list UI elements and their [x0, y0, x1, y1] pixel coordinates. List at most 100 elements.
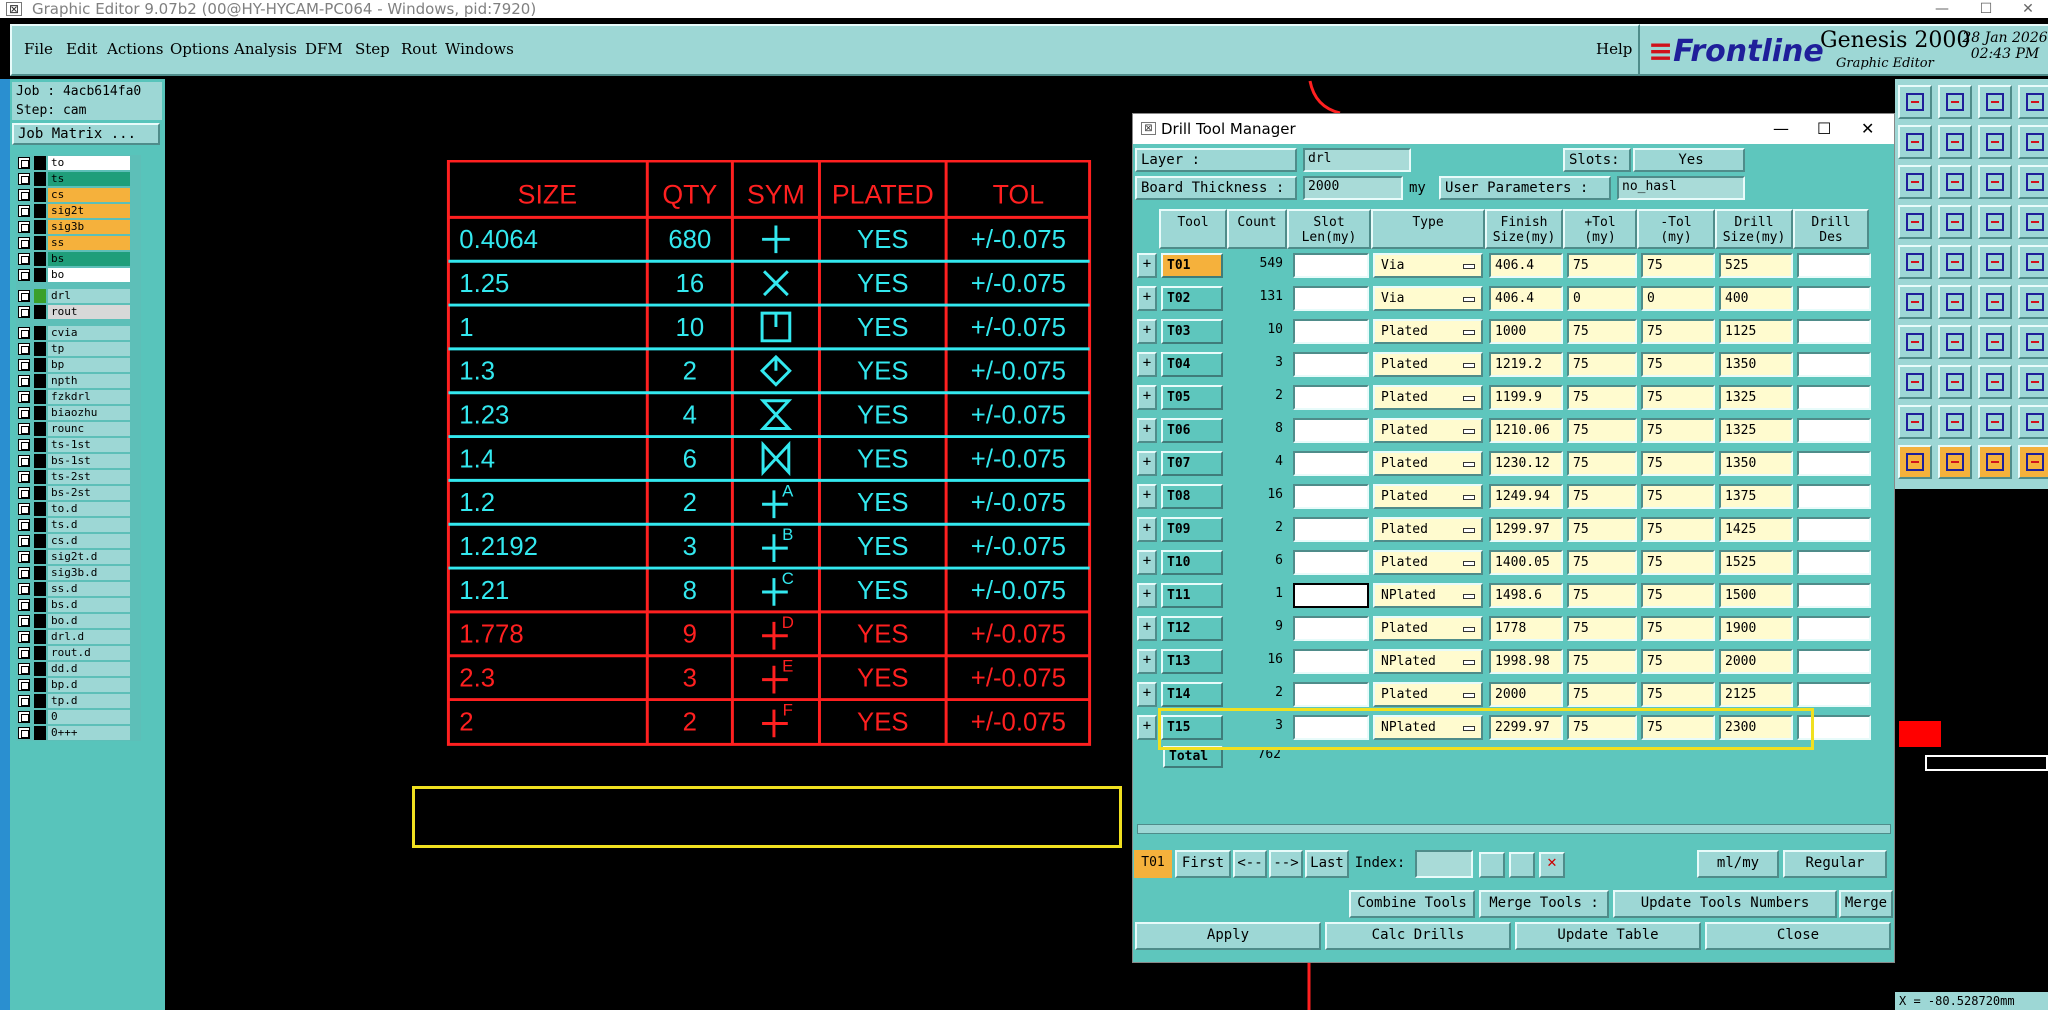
layer-name[interactable]: ts	[48, 172, 130, 186]
save-icon[interactable]	[1938, 85, 1972, 119]
area-icon[interactable]	[1938, 245, 1972, 279]
drill-des-input[interactable]	[1797, 352, 1871, 377]
layer-checkbox[interactable]	[18, 679, 30, 691]
combine-tools-button[interactable]: Combine Tools	[1349, 890, 1475, 918]
layer-row[interactable]: 0	[16, 709, 141, 725]
layer-name[interactable]: ts-1st	[48, 438, 130, 452]
drill-size-input[interactable]: 1325	[1719, 385, 1793, 410]
type-select[interactable]: Plated	[1373, 682, 1483, 707]
profile-icon[interactable]	[1978, 405, 2012, 439]
plus-tol-input[interactable]: 0	[1567, 286, 1637, 311]
prev-button[interactable]: <--	[1233, 850, 1267, 878]
expand-button[interactable]: +	[1137, 517, 1157, 542]
drill-des-input[interactable]	[1797, 385, 1871, 410]
plus-tol-input[interactable]: 75	[1567, 682, 1637, 707]
tool-cell[interactable]: T01	[1161, 253, 1223, 278]
layer-row[interactable]: bs.d	[16, 597, 141, 613]
triangle-icon[interactable]	[2018, 405, 2048, 439]
layer-name[interactable]: bp	[48, 358, 130, 372]
measure-icon[interactable]	[1938, 205, 1972, 239]
layer-row[interactable]: tp	[16, 341, 141, 357]
layer-name[interactable]: tp.d	[48, 694, 130, 708]
layer-checkbox[interactable]	[18, 375, 30, 387]
minus-tol-input[interactable]: 75	[1641, 517, 1715, 542]
layer-row[interactable]: bs-2st	[16, 485, 141, 501]
multi-select-icon[interactable]	[2018, 445, 2048, 479]
layer-checkbox[interactable]	[18, 503, 30, 515]
menu-help[interactable]: Help	[1596, 40, 1632, 58]
finish-size-input[interactable]: 406.4	[1489, 253, 1563, 278]
slot-length-input[interactable]	[1293, 451, 1369, 476]
apply-button[interactable]: Apply	[1135, 922, 1321, 950]
finish-size-input[interactable]: 1219.2	[1489, 352, 1563, 377]
layer-row[interactable]: sig2t.d	[16, 549, 141, 565]
layer-row[interactable]: sig2t	[16, 203, 141, 219]
tool-cell[interactable]: T05	[1161, 385, 1223, 410]
drill-des-input[interactable]	[1797, 451, 1871, 476]
slot-length-input[interactable]	[1293, 418, 1369, 443]
menu-edit[interactable]: Edit	[66, 40, 97, 58]
layer-checkbox[interactable]	[18, 173, 30, 185]
drill-size-input[interactable]: 1375	[1719, 484, 1793, 509]
plus-tol-input[interactable]: 75	[1567, 649, 1637, 674]
layer-name[interactable]: sig3b	[48, 220, 130, 234]
import-icon[interactable]	[1938, 125, 1972, 159]
finish-size-input[interactable]: 1998.98	[1489, 649, 1563, 674]
drill-des-input[interactable]	[1797, 253, 1871, 278]
drill-des-input[interactable]	[1797, 583, 1871, 608]
layer-checkbox[interactable]	[18, 711, 30, 723]
expand-button[interactable]: +	[1137, 649, 1157, 674]
menu-rout[interactable]: Rout	[401, 40, 437, 58]
minus-tol-input[interactable]: 75	[1641, 583, 1715, 608]
drill-size-input[interactable]: 1900	[1719, 616, 1793, 641]
type-select[interactable]: Plated	[1373, 385, 1483, 410]
type-select[interactable]: Via	[1373, 253, 1483, 278]
first-button[interactable]: First	[1175, 850, 1231, 878]
layer-row[interactable]: ts-2st	[16, 469, 141, 485]
merge-tools-button[interactable]: Merge Tools :	[1479, 890, 1609, 918]
plus-tol-input[interactable]: 75	[1567, 418, 1637, 443]
minus-tol-input[interactable]: 0	[1641, 286, 1715, 311]
expand-button[interactable]: +	[1137, 484, 1157, 509]
lasso-icon[interactable]	[1978, 445, 2012, 479]
type-select[interactable]: Plated	[1373, 352, 1483, 377]
tool-cell[interactable]: T03	[1161, 319, 1223, 344]
layer-checkbox[interactable]	[18, 535, 30, 547]
drill-size-input[interactable]: 400	[1719, 286, 1793, 311]
layer-checkbox[interactable]	[18, 615, 30, 627]
index-clear-icon[interactable]: ✕	[1539, 852, 1565, 878]
tool-cell[interactable]: T08	[1161, 484, 1223, 509]
layer-name[interactable]: tp	[48, 342, 130, 356]
layer-row[interactable]: cs	[16, 187, 141, 203]
finish-size-input[interactable]: 2000	[1489, 682, 1563, 707]
layer-checkbox[interactable]	[18, 237, 30, 249]
select-active-icon[interactable]	[1938, 445, 1972, 479]
layer-name[interactable]: sig2t.d	[48, 550, 130, 564]
layer-checkbox[interactable]	[18, 290, 30, 302]
drill-des-input[interactable]	[1797, 319, 1871, 344]
arrow-up-icon[interactable]	[1938, 405, 1972, 439]
layer-row[interactable]: rout	[16, 304, 141, 320]
close-dialog-button[interactable]: Close	[1705, 922, 1891, 950]
type-select[interactable]: Plated	[1373, 550, 1483, 575]
minus-tol-input[interactable]: 75	[1641, 253, 1715, 278]
layer-row[interactable]: tp.d	[16, 693, 141, 709]
plus-tol-input[interactable]: 75	[1567, 352, 1637, 377]
layer-name[interactable]: biaozhu	[48, 406, 130, 420]
index-search-icon[interactable]	[1479, 852, 1505, 878]
layer-name[interactable]: cs.d	[48, 534, 130, 548]
layer-name[interactable]: npth	[48, 374, 130, 388]
node-icon[interactable]	[1898, 285, 1932, 319]
layer-row[interactable]: drl.d	[16, 629, 141, 645]
layer-checkbox[interactable]	[18, 551, 30, 563]
resize-icon[interactable]	[1978, 365, 2012, 399]
board-thickness-field[interactable]: 2000	[1303, 176, 1403, 200]
minus-tol-input[interactable]: 75	[1641, 418, 1715, 443]
horizontal-scrollbar[interactable]	[1137, 824, 1891, 834]
layer-name[interactable]: bs-2st	[48, 486, 130, 500]
finish-size-input[interactable]: 1199.9	[1489, 385, 1563, 410]
expand-button[interactable]: +	[1137, 550, 1157, 575]
drill-size-input[interactable]: 1525	[1719, 550, 1793, 575]
plus-tol-input[interactable]: 75	[1567, 616, 1637, 641]
export-icon[interactable]	[1978, 125, 2012, 159]
